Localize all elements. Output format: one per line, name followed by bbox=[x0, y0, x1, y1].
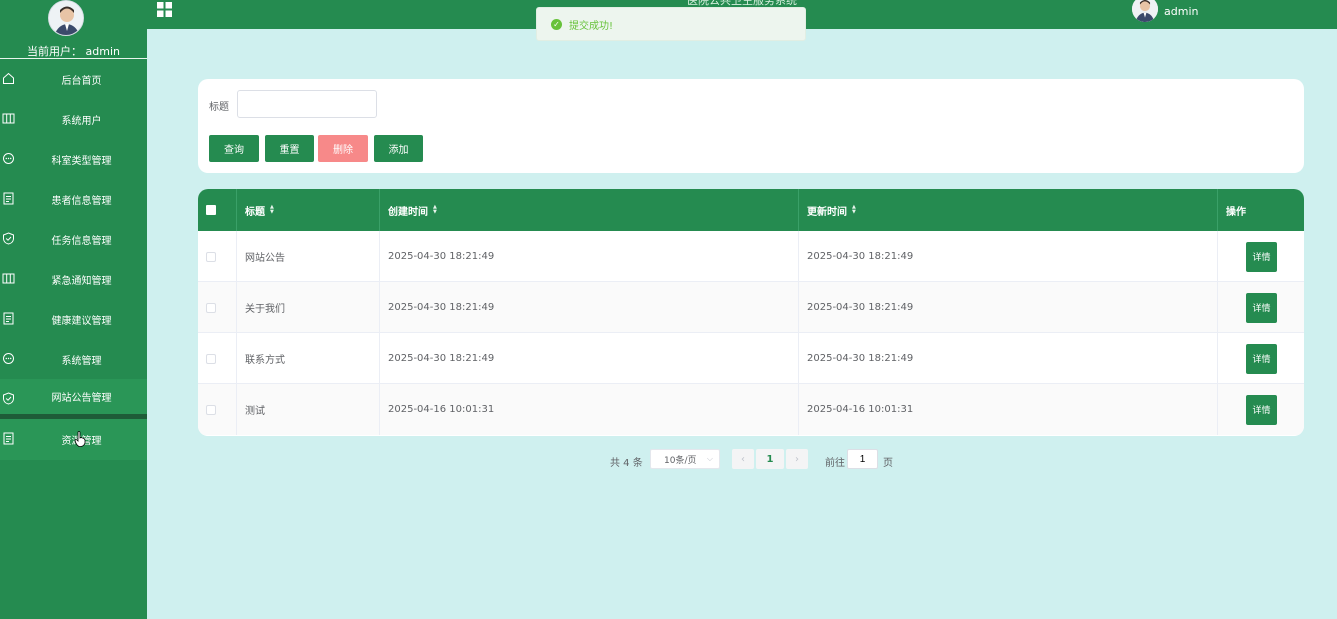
sidebar-item-label: 网站公告管理 bbox=[51, 393, 112, 404]
cell-title: 关于我们 bbox=[237, 282, 380, 333]
header-updated[interactable]: 更新时间 ▲ ▼ bbox=[799, 189, 1218, 231]
page-size-value: 10条/页 bbox=[664, 455, 697, 466]
cell-updated: 2025-04-16 10:01:31 bbox=[799, 384, 1218, 435]
sidebar-item-label: 系统用户 bbox=[61, 115, 102, 127]
chevron-left-icon: ‹ bbox=[741, 453, 745, 465]
header-title[interactable]: 标题 ▲ ▼ bbox=[237, 189, 380, 231]
document-icon bbox=[3, 192, 14, 205]
table-header: 标题 ▲ ▼ 创建时间 ▲ ▼ 更新时间 ▲ ▼ 操作 bbox=[198, 189, 1304, 231]
chat-bubble-icon bbox=[3, 153, 14, 164]
sidebar-item-emergency-notices[interactable]: 紧急通知管理 bbox=[0, 259, 147, 299]
sidebar-item-system-management[interactable]: 系统管理 bbox=[0, 339, 147, 379]
sidebar-item-label: 患者信息管理 bbox=[51, 195, 112, 207]
search-panel: 标题 查询 重置 删除 添加 bbox=[198, 79, 1304, 173]
cell-created: 2025-04-30 18:21:49 bbox=[380, 231, 799, 282]
cell-title: 网站公告 bbox=[237, 231, 380, 282]
table-row: 联系方式 2025-04-30 18:21:49 2025-04-30 18:2… bbox=[198, 333, 1304, 384]
goto-page-input[interactable] bbox=[847, 449, 878, 469]
sidebar-item-label: 科室类型管理 bbox=[51, 155, 112, 167]
grid-menu-icon[interactable] bbox=[157, 2, 172, 17]
add-button[interactable]: 添加 bbox=[374, 135, 423, 162]
username-label[interactable]: admin bbox=[1164, 5, 1198, 18]
sidebar-item-tasks[interactable]: 任务信息管理 bbox=[0, 219, 147, 259]
header-created[interactable]: 创建时间 ▲ ▼ bbox=[380, 189, 799, 231]
sidebar: 当前用户： admin 后台首页 系统用户 科室类型管理 患者信息管理 任务信息… bbox=[0, 0, 147, 619]
goto-label: 前往 bbox=[825, 458, 845, 469]
chevron-right-icon: › bbox=[795, 453, 799, 465]
sidebar-item-system-users[interactable]: 系统用户 bbox=[0, 99, 147, 139]
row-checkbox[interactable] bbox=[206, 251, 216, 262]
check-circle-icon: ✓ bbox=[551, 18, 562, 30]
shield-icon bbox=[3, 392, 14, 405]
home-icon bbox=[3, 72, 14, 84]
document-icon bbox=[3, 312, 14, 325]
announcement-table: 标题 ▲ ▼ 创建时间 ▲ ▼ 更新时间 ▲ ▼ 操作 网站公告 2025-04-30… bbox=[198, 189, 1304, 436]
delete-button[interactable]: 删除 bbox=[318, 135, 368, 162]
sidebar-item-health-advice[interactable]: 健康建议管理 bbox=[0, 299, 147, 339]
prev-page-button[interactable]: ‹ bbox=[732, 449, 754, 469]
next-page-button[interactable]: › bbox=[786, 449, 808, 469]
cell-created: 2025-04-30 18:21:49 bbox=[380, 333, 799, 384]
table-row: 关于我们 2025-04-30 18:21:49 2025-04-30 18:2… bbox=[198, 282, 1304, 333]
row-checkbox[interactable] bbox=[206, 302, 216, 313]
cell-created: 2025-04-30 18:21:49 bbox=[380, 282, 799, 333]
cell-updated: 2025-04-30 18:21:49 bbox=[799, 231, 1218, 282]
title-filter-label: 标题 bbox=[209, 102, 229, 113]
detail-button[interactable]: 详情 bbox=[1246, 292, 1277, 323]
success-toast: ✓ 提交成功! bbox=[536, 7, 806, 41]
sidebar-item-label: 后台首页 bbox=[61, 75, 102, 87]
chevron-down-icon: ⌵ bbox=[706, 454, 713, 463]
sidebar-header: 当前用户： admin bbox=[0, 0, 147, 59]
select-all-checkbox[interactable] bbox=[206, 205, 216, 215]
detail-button[interactable]: 详情 bbox=[1246, 241, 1277, 272]
hand-cursor-icon bbox=[74, 431, 86, 447]
cell-updated: 2025-04-30 18:21:49 bbox=[799, 282, 1218, 333]
sidebar-item-label: 健康建议管理 bbox=[51, 315, 112, 327]
header-actions-label: 操作 bbox=[1226, 206, 1246, 218]
page-suffix-label: 页 bbox=[883, 458, 893, 469]
current-user-label: 当前用户： admin bbox=[27, 45, 120, 58]
header-select-cell bbox=[198, 189, 237, 231]
avatar bbox=[48, 0, 84, 36]
reset-button[interactable]: 重置 bbox=[265, 135, 314, 162]
cell-created: 2025-04-16 10:01:31 bbox=[380, 384, 799, 435]
detail-button[interactable]: 详情 bbox=[1246, 343, 1277, 374]
sort-icon[interactable]: ▲ ▼ bbox=[852, 205, 856, 215]
table-row: 测试 2025-04-16 10:01:31 2025-04-16 10:01:… bbox=[198, 384, 1304, 435]
sidebar-item-label: 系统管理 bbox=[61, 355, 102, 367]
columns-icon bbox=[2, 273, 15, 284]
cell-title: 测试 bbox=[237, 384, 380, 435]
sort-icon[interactable]: ▲ ▼ bbox=[270, 205, 274, 215]
columns-icon bbox=[2, 113, 15, 124]
page-number-current[interactable]: 1 bbox=[756, 449, 784, 469]
header-title-label: 标题 bbox=[245, 206, 265, 218]
sidebar-item-department-types[interactable]: 科室类型管理 bbox=[0, 139, 147, 179]
cell-title: 联系方式 bbox=[237, 333, 380, 384]
query-button[interactable]: 查询 bbox=[209, 135, 259, 162]
title-filter-input[interactable] bbox=[237, 90, 377, 118]
header-updated-label: 更新时间 bbox=[807, 206, 847, 218]
sidebar-item-site-announcements[interactable]: 网站公告管理 bbox=[0, 379, 147, 419]
user-avatar[interactable] bbox=[1132, 0, 1158, 22]
cell-updated: 2025-04-30 18:21:49 bbox=[799, 333, 1218, 384]
detail-button[interactable]: 详情 bbox=[1246, 394, 1277, 425]
sidebar-item-patients[interactable]: 患者信息管理 bbox=[0, 179, 147, 219]
chat-bubble-icon bbox=[3, 353, 14, 364]
header-actions: 操作 bbox=[1218, 189, 1304, 231]
sidebar-item-label: 任务信息管理 bbox=[51, 235, 112, 247]
sort-icon[interactable]: ▲ ▼ bbox=[433, 205, 437, 215]
shield-icon bbox=[3, 232, 14, 245]
sidebar-item-home[interactable]: 后台首页 bbox=[0, 59, 147, 99]
header-created-label: 创建时间 bbox=[388, 206, 428, 218]
table-row: 网站公告 2025-04-30 18:21:49 2025-04-30 18:2… bbox=[198, 231, 1304, 282]
page-size-select[interactable]: 10条/页 ⌵ bbox=[650, 449, 720, 469]
pagination-total: 共 4 条 bbox=[610, 458, 643, 469]
sidebar-item-label: 紧急通知管理 bbox=[51, 275, 112, 287]
row-checkbox[interactable] bbox=[206, 404, 216, 415]
row-checkbox[interactable] bbox=[206, 353, 216, 364]
toast-message: 提交成功! bbox=[569, 20, 614, 32]
document-icon bbox=[3, 432, 14, 445]
